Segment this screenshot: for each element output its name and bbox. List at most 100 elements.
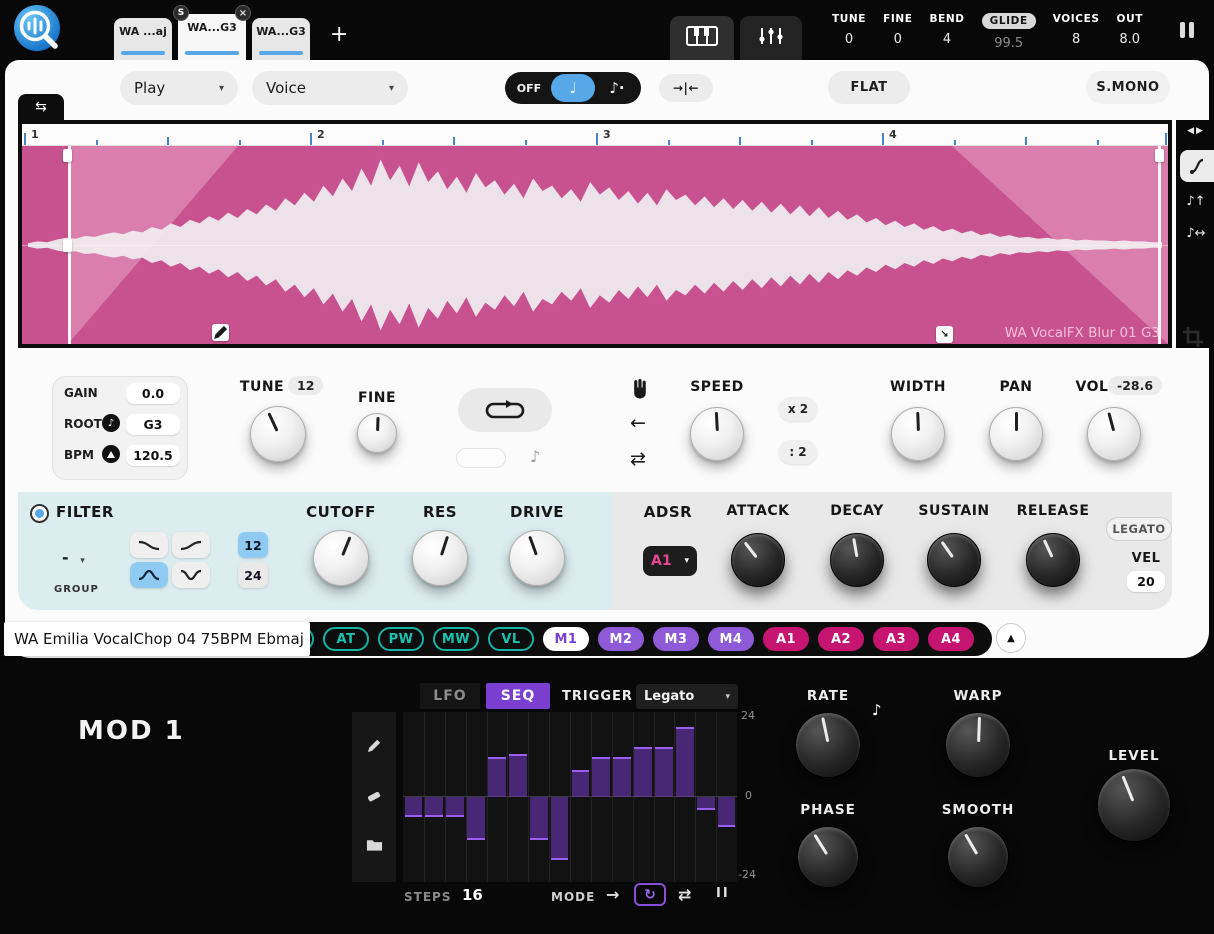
fade-out-handle[interactable]: ↘ <box>936 326 953 343</box>
mode-hold-icon[interactable]: II <box>716 886 730 901</box>
seq-step-bar[interactable] <box>509 754 527 797</box>
sustain-knob[interactable] <box>927 533 981 587</box>
header-param-value[interactable]: 8 <box>1072 32 1080 47</box>
timeline-ruler[interactable]: 1234 <box>22 124 1168 146</box>
mod-source-m1[interactable]: M1 <box>543 627 589 651</box>
reverse-icon[interactable]: ← <box>630 412 646 434</box>
level-knob[interactable] <box>1097 768 1171 842</box>
header-param-value[interactable]: 99.5 <box>994 36 1023 51</box>
filter-slope-24-button[interactable]: 24 <box>238 562 268 588</box>
mod-source-a1[interactable]: A1 <box>763 627 809 651</box>
window-grip-icon[interactable] <box>1180 22 1194 38</box>
mod-source-vl[interactable]: VL <box>488 627 534 651</box>
legato-button[interactable]: LEGATO <box>1106 517 1172 541</box>
seq-step-bar[interactable] <box>551 797 569 860</box>
voice-mode-dropdown[interactable]: Voice ▾ <box>252 71 408 105</box>
seq-step-bar[interactable] <box>634 747 652 797</box>
filter-slope-12-button[interactable]: 12 <box>238 532 268 558</box>
mod-source-a4[interactable]: A4 <box>928 627 974 651</box>
loop-edit-tab[interactable]: ⇆ <box>18 94 64 120</box>
vol-knob[interactable] <box>1087 407 1141 461</box>
seq-step-bar[interactable] <box>488 757 506 797</box>
filter-bandpass-button[interactable] <box>130 562 168 588</box>
tab-close-icon[interactable]: × <box>235 5 251 21</box>
release-knob[interactable] <box>1026 533 1080 587</box>
seq-step-bar[interactable] <box>530 797 548 840</box>
stretch-tool-icon[interactable]: ♪↔ <box>1182 226 1210 241</box>
seq-step-bar[interactable] <box>467 797 485 840</box>
tab-seq[interactable]: SEQ <box>486 683 550 709</box>
mod-source-a3[interactable]: A3 <box>873 627 919 651</box>
bpm-value[interactable]: 120.5 <box>126 445 180 466</box>
add-tab-button[interactable]: + <box>330 22 348 47</box>
mod-source-a2[interactable]: A2 <box>818 627 864 651</box>
waveform-display[interactable]: ↘ WA VocalFX Blur 01 G3 <box>22 146 1168 344</box>
preset-tab[interactable]: WA...G3S× <box>178 14 246 60</box>
flat-button[interactable]: FLAT <box>828 71 910 104</box>
snap-button[interactable]: →|← <box>659 74 713 102</box>
mod-source-m4[interactable]: M4 <box>708 627 754 651</box>
pitch-tool-icon[interactable]: ♪↑ <box>1182 194 1210 209</box>
seq-step-bar[interactable] <box>572 770 590 797</box>
folder-icon[interactable] <box>366 837 383 856</box>
header-param-value[interactable]: 8.0 <box>1119 32 1140 47</box>
filter-highpass-button[interactable] <box>172 532 210 558</box>
filter-enable-toggle[interactable] <box>30 504 49 523</box>
seq-step-bar[interactable] <box>676 727 694 797</box>
speed-double-button[interactable]: x 2 <box>779 397 817 421</box>
res-knob[interactable] <box>412 530 468 586</box>
start-marker-handle[interactable] <box>63 149 72 162</box>
seq-step-bar[interactable] <box>655 747 673 797</box>
decay-knob[interactable] <box>830 533 884 587</box>
start-marker-handle[interactable] <box>63 239 72 252</box>
collapse-panel-button[interactable]: ▲ <box>996 623 1026 653</box>
mod-source-m3[interactable]: M3 <box>653 627 699 651</box>
rate-knob[interactable] <box>795 712 861 778</box>
filter-lowpass-button[interactable] <box>130 532 168 558</box>
chop-tool-icon[interactable] <box>1180 150 1214 182</box>
header-param-value[interactable]: 0 <box>894 32 902 47</box>
mode-forward-icon[interactable]: → <box>606 885 619 904</box>
tab-mixer-view[interactable] <box>740 16 802 60</box>
end-marker[interactable] <box>1158 146 1161 344</box>
warp-knob[interactable] <box>945 712 1011 778</box>
sync-off-button[interactable]: OFF <box>507 72 551 104</box>
mode-pingpong-icon[interactable]: ⇄ <box>678 885 691 904</box>
shuffle-icon[interactable]: ⇄ <box>630 448 646 470</box>
crop-icon[interactable] <box>1182 326 1204 352</box>
phase-knob[interactable] <box>797 826 859 888</box>
tab-lfo[interactable]: LFO <box>420 683 480 709</box>
tune-value[interactable]: 12 <box>288 376 323 395</box>
seq-step-bar[interactable] <box>425 797 443 817</box>
rate-sync-note-icon[interactable]: ♪ <box>872 701 882 719</box>
mod-source-mw[interactable]: MW <box>433 627 479 651</box>
loop-length-field[interactable] <box>456 448 506 468</box>
stereo-mono-button[interactable]: S.MONO <box>1086 71 1170 104</box>
speed-half-button[interactable]: : 2 <box>779 440 817 464</box>
seq-step-bar[interactable] <box>613 757 631 797</box>
seq-step-bar[interactable] <box>718 797 736 827</box>
seq-step-bar[interactable] <box>446 797 464 817</box>
fade-edit-handle[interactable] <box>212 324 229 341</box>
header-param-label[interactable]: GLIDE <box>982 13 1036 29</box>
mod-source-at[interactable]: AT <box>323 627 369 651</box>
trigger-dropdown[interactable]: Legato ▾ <box>636 684 738 709</box>
tune-knob[interactable] <box>250 406 306 462</box>
mod-source-m2[interactable]: M2 <box>598 627 644 651</box>
filter-notch-button[interactable] <box>172 562 210 588</box>
seq-step-bar[interactable] <box>405 797 423 817</box>
cutoff-knob[interactable] <box>313 530 369 586</box>
loop-sync-note-icon[interactable]: ♪ <box>530 447 540 466</box>
seq-step-bar[interactable] <box>592 757 610 797</box>
smooth-knob[interactable] <box>947 826 1009 888</box>
seq-step-editor[interactable] <box>403 712 737 882</box>
eraser-tool-icon[interactable] <box>366 787 383 808</box>
pan-knob[interactable] <box>989 407 1043 461</box>
steps-value[interactable]: 16 <box>462 886 483 904</box>
mode-loop-icon[interactable]: ↻ <box>634 883 666 906</box>
sync-dotted-note-button[interactable]: ♪· <box>595 72 639 104</box>
mod-source-pw[interactable]: PW <box>378 627 424 651</box>
header-param-value[interactable]: 0 <box>845 32 853 47</box>
preset-tab[interactable]: WA...G3 <box>252 18 310 60</box>
header-param-value[interactable]: 4 <box>943 32 951 47</box>
